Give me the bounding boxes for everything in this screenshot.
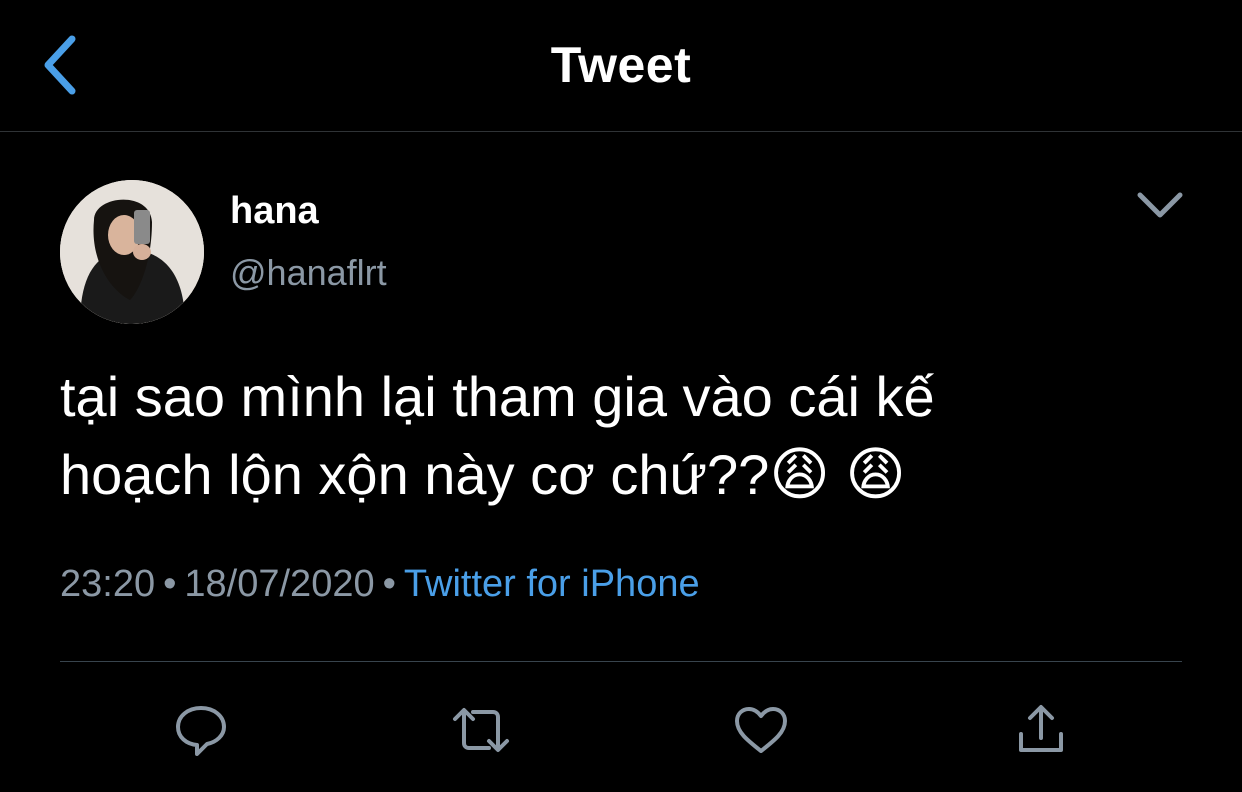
chevron-down-icon xyxy=(1137,192,1183,218)
divider xyxy=(60,661,1182,662)
share-button[interactable] xyxy=(1006,690,1076,770)
separator-dot: • xyxy=(163,563,177,605)
tweet-text: tại sao mình lại tham gia vào cái kế hoạ… xyxy=(60,358,1190,514)
weary-face-emoji: 😩 xyxy=(845,442,906,507)
page-title: Tweet xyxy=(550,37,692,93)
reply-button[interactable] xyxy=(166,690,236,770)
tweet-metadata: 23:20 • 18/07/2020 • Twitter for iPhone xyxy=(60,563,700,606)
weary-face-emoji: 😩 xyxy=(769,442,830,507)
tweet-text-fragment: hoạch lộn xộn này cơ chứ?? xyxy=(60,443,770,506)
tweet-date: 18/07/2020 xyxy=(184,563,375,605)
action-bar xyxy=(0,690,1242,770)
avatar[interactable] xyxy=(60,180,204,324)
avatar-photo xyxy=(60,180,204,324)
retweet-icon xyxy=(453,708,509,752)
author-display-name[interactable]: hana xyxy=(230,190,319,233)
separator-dot: • xyxy=(382,563,396,605)
tweet-text-line: hoạch lộn xộn này cơ chứ??😩 😩 xyxy=(60,436,1190,514)
tweet-text-line: tại sao mình lại tham gia vào cái kế xyxy=(60,365,935,428)
more-options-button[interactable] xyxy=(1130,180,1190,230)
heart-icon xyxy=(735,707,787,753)
like-button[interactable] xyxy=(726,690,796,770)
share-icon xyxy=(1019,705,1063,752)
reply-icon xyxy=(176,706,226,756)
tweet-source-link[interactable]: Twitter for iPhone xyxy=(404,563,700,605)
retweet-button[interactable] xyxy=(446,690,516,770)
header-bar: Tweet xyxy=(0,0,1242,132)
author-handle[interactable]: @hanaflrt xyxy=(230,252,387,294)
tweet-time: 23:20 xyxy=(60,563,156,605)
